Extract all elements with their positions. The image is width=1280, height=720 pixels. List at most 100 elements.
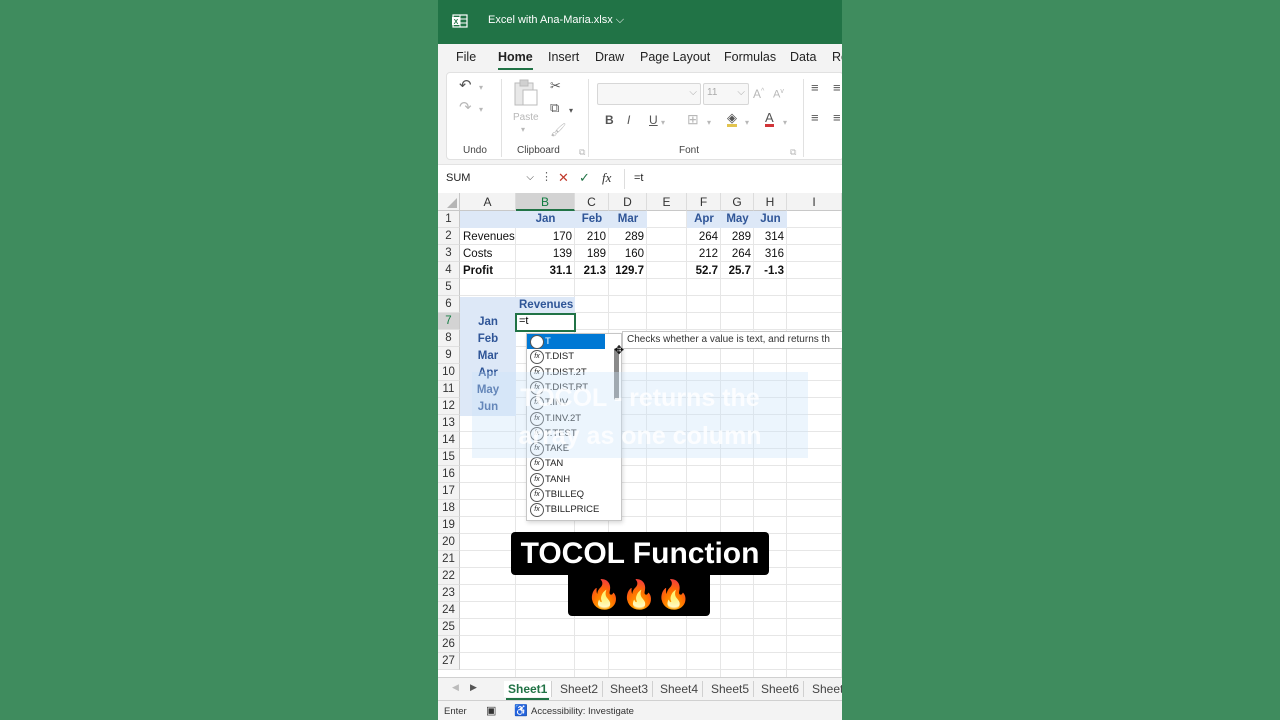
cell-month-label[interactable]: Feb (460, 331, 516, 348)
cell-value[interactable]: 31.1 (516, 263, 575, 280)
row-header[interactable]: 1 (438, 211, 460, 228)
cell-value[interactable]: 139 (516, 246, 575, 263)
cell-row-label[interactable]: Revenues (460, 229, 516, 246)
cell-header-month[interactable]: Feb (575, 211, 609, 228)
insert-function-icon[interactable]: fx (602, 170, 611, 186)
decrease-font-icon[interactable]: Av (773, 85, 784, 102)
tab-review[interactable]: Re (832, 50, 842, 64)
increase-font-icon[interactable]: A^ (753, 85, 764, 101)
row-header[interactable]: 21 (438, 551, 460, 568)
row-header[interactable]: 22 (438, 568, 460, 585)
row-header[interactable]: 26 (438, 636, 460, 653)
sheet-tab-6[interactable]: Sheet6 (757, 681, 805, 697)
enter-icon[interactable]: ✓ (579, 170, 590, 186)
align-middle-icon[interactable]: ≡ (833, 81, 841, 95)
name-box[interactable]: SUM ⌵ (446, 168, 534, 188)
undo-dropdown-icon[interactable]: ▾ (479, 81, 483, 95)
cell-row-label[interactable]: Profit (460, 263, 516, 280)
tab-file[interactable]: File (456, 50, 476, 64)
document-title[interactable]: Excel with Ana-Maria.xlsx ⌵ (488, 14, 624, 27)
row-header[interactable]: 15 (438, 449, 460, 466)
cell-value[interactable]: 289 (609, 229, 647, 246)
row-header[interactable]: 10 (438, 364, 460, 381)
tab-page-layout[interactable]: Page Layout (640, 50, 710, 64)
row-header[interactable]: 5 (438, 279, 460, 296)
column-header[interactable]: D (609, 193, 647, 211)
cell-header-month[interactable]: Apr (687, 211, 721, 228)
cell-row-label[interactable]: Costs (460, 246, 516, 263)
select-all-corner[interactable] (438, 193, 460, 211)
row-header[interactable]: 3 (438, 245, 460, 262)
cell-header-month[interactable]: Jun (754, 211, 787, 228)
tab-data[interactable]: Data (790, 50, 816, 64)
row-header[interactable]: 24 (438, 602, 460, 619)
copy-icon[interactable]: ⧉ (550, 101, 559, 115)
cell-block-header[interactable]: Revenues (516, 297, 575, 314)
cell-value[interactable]: 129.7 (609, 263, 647, 280)
align-top-icon[interactable]: ≡ (811, 81, 819, 95)
row-header[interactable]: 9 (438, 347, 460, 364)
column-header[interactable]: G (721, 193, 754, 211)
column-header[interactable]: E (647, 193, 687, 211)
borders-dropdown-icon[interactable]: ▾ (707, 116, 711, 130)
paste-label[interactable]: Paste (513, 111, 539, 125)
column-header[interactable]: H (754, 193, 787, 211)
row-header[interactable]: 4 (438, 262, 460, 279)
row-header[interactable]: 20 (438, 534, 460, 551)
sheet-tab-7[interactable]: Sheet (808, 681, 842, 697)
font-size-select[interactable]: 11 ⌵ (703, 83, 749, 105)
autocomplete-item[interactable]: fx T.DIST (527, 349, 605, 365)
clipboard-launcher-icon[interactable]: ⧉ (579, 145, 585, 159)
cell-value[interactable]: 316 (754, 246, 787, 263)
row-header[interactable]: 19 (438, 517, 460, 534)
align-left-icon[interactable]: ≡ (811, 111, 819, 125)
cell-header-month[interactable]: Jan (516, 211, 575, 228)
cell-value[interactable]: 52.7 (687, 263, 721, 280)
cancel-icon[interactable]: ✕ (558, 170, 569, 186)
italic-button[interactable]: I (627, 113, 630, 127)
sheet-tab-2[interactable]: Sheet2 (556, 681, 604, 697)
row-header[interactable]: 14 (438, 432, 460, 449)
row-header[interactable]: 12 (438, 398, 460, 415)
scroll-left-icon[interactable]: ◀ (452, 682, 459, 693)
accessibility-icon[interactable]: ♿ (514, 704, 528, 717)
row-header[interactable]: 8 (438, 330, 460, 347)
column-header[interactable]: I (787, 193, 842, 211)
row-header[interactable]: 6 (438, 296, 460, 313)
cell-header-month[interactable]: May (721, 211, 754, 228)
cell-value[interactable]: 21.3 (575, 263, 609, 280)
cell-value[interactable]: 210 (575, 229, 609, 246)
tab-insert[interactable]: Insert (548, 50, 579, 64)
autocomplete-item[interactable]: fx T (527, 334, 605, 349)
cell-value[interactable]: 289 (721, 229, 754, 246)
cell-value[interactable]: 160 (609, 246, 647, 263)
format-painter-icon[interactable]: 🖌 (550, 123, 567, 137)
align-center-icon[interactable]: ≡ (833, 111, 841, 125)
more-options-icon[interactable]: ⋮ (541, 170, 552, 183)
font-family-select[interactable]: ⌵ (597, 83, 701, 105)
redo-dropdown-icon[interactable]: ▾ (479, 103, 483, 117)
font-color-dropdown-icon[interactable]: ▾ (783, 116, 787, 130)
cut-icon[interactable]: ✂ (550, 79, 561, 93)
column-header[interactable]: B (516, 193, 575, 211)
font-color-icon[interactable]: A (765, 111, 774, 127)
row-header[interactable]: 25 (438, 619, 460, 636)
sheet-tab-5[interactable]: Sheet5 (707, 681, 755, 697)
row-header[interactable]: 18 (438, 500, 460, 517)
autocomplete-item[interactable]: fx TANH (527, 472, 605, 487)
cell-header-month[interactable]: Mar (609, 211, 647, 228)
cell-value[interactable]: 189 (575, 246, 609, 263)
column-header[interactable]: F (687, 193, 721, 211)
cell-value[interactable]: 314 (754, 229, 787, 246)
bold-button[interactable]: B (605, 113, 614, 127)
autocomplete-item[interactable]: fx TBILLEQ (527, 487, 605, 502)
accessibility-status[interactable]: Accessibility: Investigate (531, 706, 634, 717)
fill-color-dropdown-icon[interactable]: ▾ (745, 116, 749, 130)
row-header[interactable]: 2 (438, 228, 460, 245)
paste-icon[interactable] (513, 79, 539, 107)
sheet-tab-1[interactable]: Sheet1 (504, 681, 553, 700)
autocomplete-item[interactable]: fx TBILLPRICE (527, 502, 605, 518)
borders-icon[interactable]: ⊞ (687, 112, 699, 126)
font-launcher-icon[interactable]: ⧉ (790, 145, 796, 159)
undo-icon[interactable]: ↶ (459, 78, 472, 93)
